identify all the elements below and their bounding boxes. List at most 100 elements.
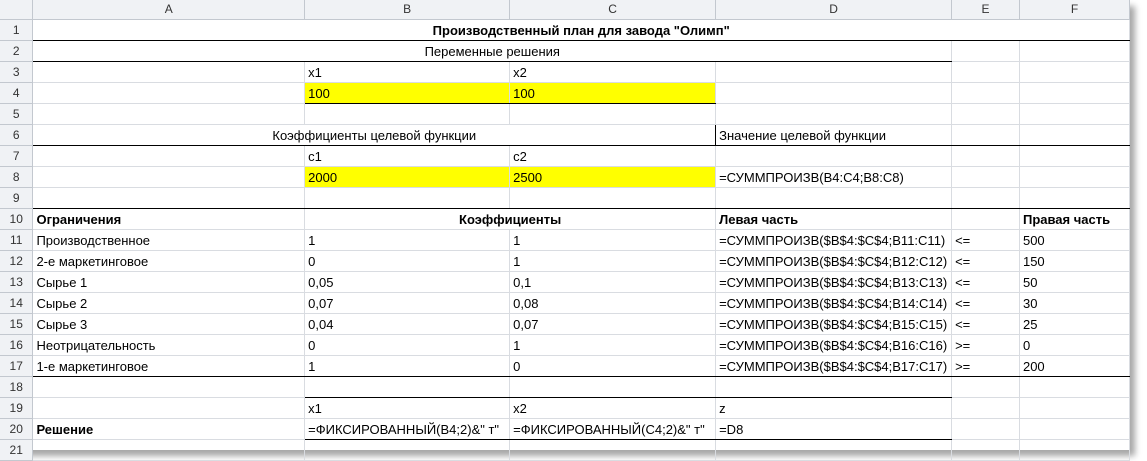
- cell[interactable]: [951, 124, 1020, 146]
- cell[interactable]: [1019, 376, 1131, 398]
- cell[interactable]: [509, 187, 717, 209]
- constraint-coef-b[interactable]: 0: [304, 334, 511, 356]
- constraint-coef-b[interactable]: 0,05: [304, 271, 511, 293]
- cell[interactable]: [951, 208, 1020, 230]
- cell[interactable]: [509, 439, 717, 461]
- cell[interactable]: [951, 418, 1020, 440]
- cell[interactable]: [1019, 145, 1131, 167]
- constraint-formula[interactable]: =СУММПРОИЗВ($B$4:$C$4;B16:C16): [715, 334, 953, 356]
- cell[interactable]: [1019, 61, 1131, 83]
- var-x1-value[interactable]: 100: [304, 82, 511, 104]
- row-header[interactable]: 15: [0, 313, 34, 335]
- row-header[interactable]: 20: [0, 418, 34, 440]
- constraint-formula[interactable]: =СУММПРОИЗВ($B$4:$C$4;B11:C11): [715, 229, 953, 251]
- constraint-coef-b[interactable]: 0: [304, 250, 511, 272]
- row-header[interactable]: 1: [0, 19, 34, 41]
- row-header[interactable]: 8: [0, 166, 34, 188]
- row-header[interactable]: 12: [0, 250, 34, 272]
- constraint-coef-b[interactable]: 0,07: [304, 292, 511, 314]
- constraint-sign[interactable]: <=: [951, 313, 1020, 335]
- constraint-coef-c[interactable]: 1: [509, 250, 717, 272]
- cell[interactable]: [715, 376, 953, 398]
- cell[interactable]: [32, 397, 306, 419]
- row-header[interactable]: 10: [0, 208, 34, 230]
- solution-z-formula[interactable]: =D8: [715, 418, 953, 440]
- coef-c1-value[interactable]: 2000: [304, 166, 511, 188]
- cell[interactable]: [32, 439, 306, 461]
- objective-coefficients-header[interactable]: Коэффициенты целевой функции: [32, 124, 717, 146]
- row-header[interactable]: 13: [0, 271, 34, 293]
- cell[interactable]: [304, 376, 511, 398]
- cell[interactable]: [1019, 439, 1131, 461]
- constraint-sign[interactable]: >=: [951, 355, 1020, 377]
- cell[interactable]: [951, 103, 1020, 125]
- objective-value-header[interactable]: Значение целевой функции: [715, 124, 953, 146]
- constraint-rhs[interactable]: 0: [1019, 334, 1131, 356]
- cell[interactable]: [509, 103, 717, 125]
- cell[interactable]: [715, 145, 953, 167]
- constraint-name[interactable]: Неотрицательность: [32, 334, 306, 356]
- cell[interactable]: [715, 82, 953, 104]
- cell[interactable]: [951, 376, 1020, 398]
- row-header[interactable]: 18: [0, 376, 34, 398]
- select-all-corner[interactable]: [0, 0, 34, 20]
- cell[interactable]: [715, 187, 953, 209]
- solution-label[interactable]: Решение: [32, 418, 306, 440]
- cell[interactable]: [32, 145, 306, 167]
- constraint-name[interactable]: Производственное: [32, 229, 306, 251]
- column-header-c[interactable]: C: [509, 0, 717, 20]
- constraint-rhs[interactable]: 50: [1019, 271, 1131, 293]
- constraint-name[interactable]: Сырье 2: [32, 292, 306, 314]
- cell[interactable]: [304, 439, 511, 461]
- coef-c1-label[interactable]: c1: [304, 145, 511, 167]
- cell[interactable]: [715, 61, 953, 83]
- constraint-sign[interactable]: <=: [951, 292, 1020, 314]
- constraint-coef-b[interactable]: 1: [304, 229, 511, 251]
- constraint-name[interactable]: 2-е маркетинговое: [32, 250, 306, 272]
- cell[interactable]: [32, 187, 306, 209]
- cell[interactable]: [1019, 82, 1131, 104]
- row-header[interactable]: 2: [0, 40, 34, 62]
- solution-x1-label[interactable]: x1: [304, 397, 511, 419]
- solution-z-label[interactable]: z: [715, 397, 953, 419]
- constraint-sign[interactable]: <=: [951, 271, 1020, 293]
- var-x1-label[interactable]: x1: [304, 61, 511, 83]
- constraint-formula[interactable]: =СУММПРОИЗВ($B$4:$C$4;B17:C17): [715, 355, 953, 377]
- constraint-coef-c[interactable]: 0,08: [509, 292, 717, 314]
- cell[interactable]: [951, 145, 1020, 167]
- constraint-name[interactable]: 1-е маркетинговое: [32, 355, 306, 377]
- cell[interactable]: [1019, 124, 1131, 146]
- coef-c2-value[interactable]: 2500: [509, 166, 717, 188]
- cell[interactable]: [951, 82, 1020, 104]
- row-header[interactable]: 6: [0, 124, 34, 146]
- cell[interactable]: [32, 376, 306, 398]
- cell[interactable]: [951, 397, 1020, 419]
- constraint-coef-c[interactable]: 1: [509, 229, 717, 251]
- var-x2-label[interactable]: x2: [509, 61, 717, 83]
- row-header[interactable]: 17: [0, 355, 34, 377]
- constraint-coef-c[interactable]: 0,1: [509, 271, 717, 293]
- cell[interactable]: [715, 439, 953, 461]
- constraint-sign[interactable]: >=: [951, 334, 1020, 356]
- cell[interactable]: [304, 187, 511, 209]
- cell[interactable]: [1019, 418, 1131, 440]
- constraint-name[interactable]: Сырье 1: [32, 271, 306, 293]
- cell[interactable]: [1019, 397, 1131, 419]
- cell[interactable]: [951, 439, 1020, 461]
- cell[interactable]: [1019, 166, 1131, 188]
- constraint-coef-c[interactable]: 0,07: [509, 313, 717, 335]
- cell[interactable]: [32, 103, 306, 125]
- column-header-e[interactable]: E: [951, 0, 1020, 20]
- constraint-formula[interactable]: =СУММПРОИЗВ($B$4:$C$4;B14:C14): [715, 292, 953, 314]
- left-side-header[interactable]: Левая часть: [715, 208, 953, 230]
- solution-x2-formula[interactable]: =ФИКСИРОВАННЫЙ(C4;2)&" т": [509, 418, 717, 440]
- column-header-a[interactable]: A: [32, 0, 306, 20]
- right-side-header[interactable]: Правая часть: [1019, 208, 1131, 230]
- row-header[interactable]: 16: [0, 334, 34, 356]
- constraints-header[interactable]: Ограничения: [32, 208, 306, 230]
- cell[interactable]: [32, 61, 306, 83]
- row-header[interactable]: 3: [0, 61, 34, 83]
- constraint-formula[interactable]: =СУММПРОИЗВ($B$4:$C$4;B15:C15): [715, 313, 953, 335]
- row-header[interactable]: 7: [0, 145, 34, 167]
- constraint-coef-b[interactable]: 0,04: [304, 313, 511, 335]
